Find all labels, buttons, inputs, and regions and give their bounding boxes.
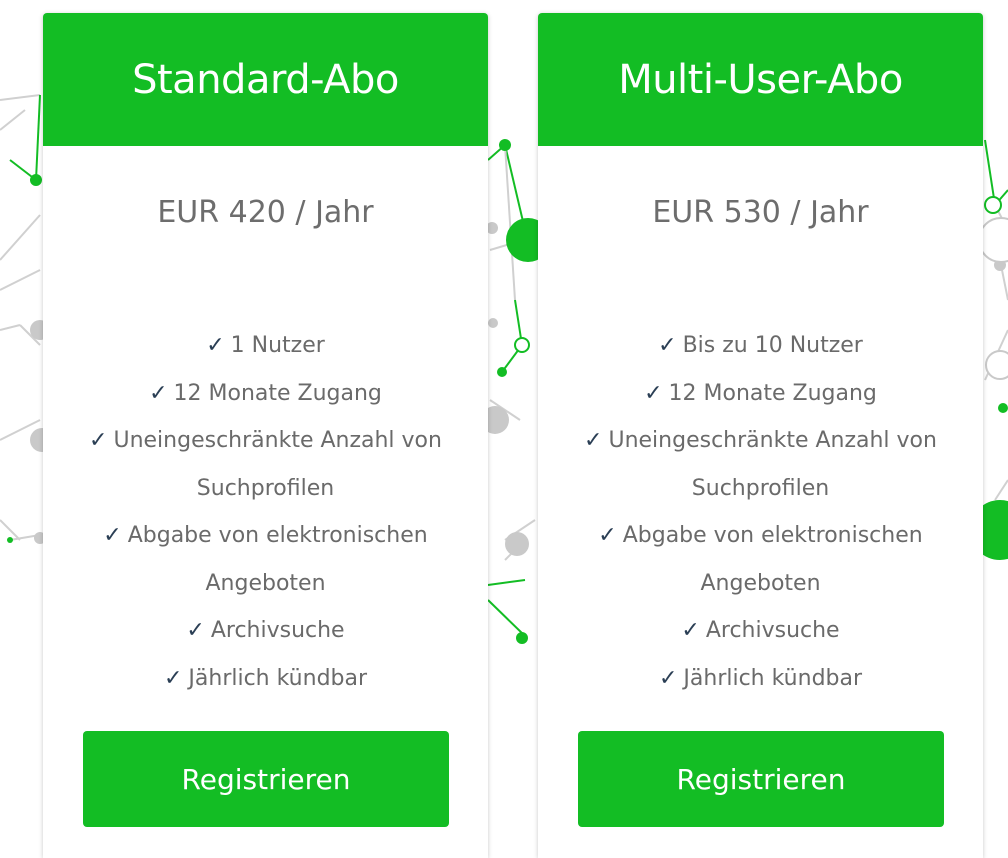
feature-text: Uneingeschränkte Anzahl von Suchprofilen [113, 428, 442, 501]
feature-item: ✓ Uneingeschränkte Anzahl von Suchprofile… [578, 417, 943, 512]
feature-text: Uneingeschränkte Anzahl von Suchprofilen [608, 428, 937, 501]
network-node [497, 367, 507, 377]
check-icon: ✓ [658, 665, 678, 691]
network-link [0, 94, 41, 101]
check-icon: ✓ [584, 428, 603, 453]
network-node [514, 337, 530, 353]
feature-item: ✓ Uneingeschränkte Anzahl von Suchprofile… [83, 417, 448, 512]
network-link [0, 324, 21, 331]
network-link [487, 579, 526, 586]
network-link [35, 94, 41, 181]
plan-price: EUR 420 / Jahr [157, 195, 374, 230]
network-node [998, 403, 1008, 413]
network-node [978, 217, 1008, 263]
feature-text: Abgabe von elektronischen Angeboten [622, 523, 923, 596]
network-node [7, 537, 13, 543]
feature-item: ✓ Bis zu 10 Nutzer [578, 322, 943, 370]
feature-item: ✓ 12 Monate Zugang [83, 370, 448, 418]
feature-text: Abgabe von elektronischen Angeboten [127, 523, 428, 596]
network-link [487, 599, 526, 637]
feature-text: Archivsuche [210, 618, 345, 643]
feature-item: ✓ Abgabe von elektronischen Angeboten [578, 512, 943, 607]
network-node [488, 318, 498, 328]
feature-text: 1 Nutzer [230, 333, 325, 358]
check-icon: ✓ [186, 618, 205, 643]
feature-text: Bis zu 10 Nutzer [682, 333, 863, 358]
check-icon: ✓ [644, 380, 663, 406]
plan-header: Multi-User-Abo [538, 13, 983, 146]
plan-card-multi-user: Multi-User-Abo EUR 530 / Jahr ✓ Bis zu 10… [538, 13, 983, 858]
plan-card-standard: Standard-Abo EUR 420 / Jahr ✓ 1 Nutzer ✓ 1… [43, 13, 488, 858]
feature-list: ✓ Bis zu 10 Nutzer ✓ 12 Monate Zugang ✓ Une… [538, 322, 983, 702]
register-button[interactable]: Registrieren [83, 731, 449, 827]
network-node [505, 532, 529, 556]
network-link [0, 109, 26, 131]
feature-text: Archivsuche [705, 618, 840, 643]
check-icon: ✓ [598, 523, 617, 548]
check-icon: ✓ [681, 618, 700, 643]
network-node [984, 196, 1002, 214]
register-button[interactable]: Registrieren [578, 731, 944, 827]
network-node [985, 350, 1008, 380]
check-icon: ✓ [658, 333, 677, 358]
feature-item: ✓ 1 Nutzer [83, 322, 448, 370]
network-node [499, 139, 511, 151]
feature-text: 12 Monate Zugang [173, 380, 382, 406]
check-icon: ✓ [149, 380, 168, 406]
feature-text: Jährlich kündbar [683, 665, 863, 691]
network-link [0, 214, 41, 261]
network-node [516, 632, 528, 644]
feature-text: Jährlich kündbar [188, 665, 368, 691]
feature-item: ✓ 12 Monate Zugang [578, 370, 943, 418]
network-node [30, 174, 42, 186]
feature-list: ✓ 1 Nutzer ✓ 12 Monate Zugang ✓ Uneingeschr… [43, 322, 488, 702]
feature-item: ✓ Jährlich kündbar [83, 655, 448, 703]
plan-price: EUR 530 / Jahr [652, 195, 869, 230]
check-icon: ✓ [89, 428, 108, 453]
feature-item: ✓ Archivsuche [83, 607, 448, 655]
network-link [984, 139, 996, 206]
plan-title: Multi-User-Abo [618, 56, 903, 103]
check-icon: ✓ [163, 665, 183, 691]
feature-item: ✓ Archivsuche [578, 607, 943, 655]
network-link [0, 269, 41, 291]
plan-header: Standard-Abo [43, 13, 488, 146]
check-icon: ✓ [206, 333, 225, 358]
network-link [994, 479, 1008, 501]
feature-item: ✓ Jährlich kündbar [578, 655, 943, 703]
plan-title: Standard-Abo [132, 56, 399, 103]
feature-item: ✓ Abgabe von elektronischen Angeboten [83, 512, 448, 607]
feature-text: 12 Monate Zugang [668, 380, 877, 406]
check-icon: ✓ [103, 523, 122, 548]
